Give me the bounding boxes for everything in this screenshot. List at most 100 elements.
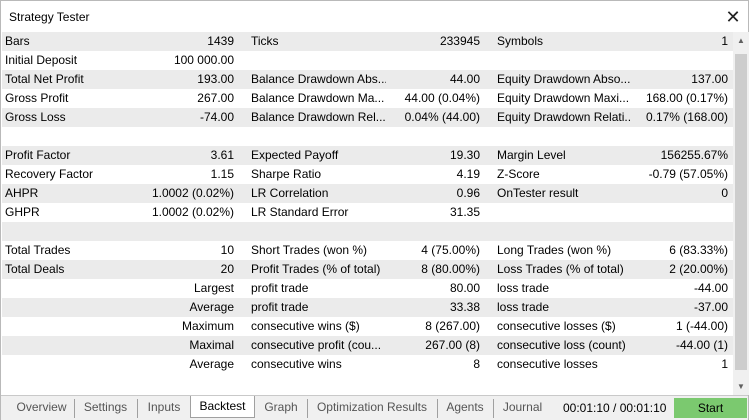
metric-value: 193.00 bbox=[197, 72, 234, 86]
tab-bar: Overview Settings Inputs Backtest Graph … bbox=[1, 395, 748, 420]
metric-label bbox=[497, 51, 632, 70]
tab-inputs[interactable]: Inputs bbox=[137, 399, 190, 418]
metric-value: Average bbox=[189, 357, 234, 371]
metric-value: 233945 bbox=[439, 34, 480, 48]
scroll-up-icon[interactable]: ▲ bbox=[733, 32, 749, 49]
table-row: Gross Loss -74.00 Balance Drawdown Rel... 0… bbox=[2, 108, 733, 127]
metric-label: Ticks bbox=[251, 34, 279, 48]
scroll-thumb[interactable] bbox=[735, 54, 747, 370]
table-row: Initial Deposit 100 000.00 bbox=[2, 51, 733, 70]
table-row: Profit Factor 3.61 Expected Payoff 19.30 Mar… bbox=[2, 146, 733, 165]
metric-value bbox=[382, 127, 480, 146]
title-bar: Strategy Tester ✕ bbox=[1, 1, 748, 32]
metric-label: loss trade bbox=[497, 300, 550, 314]
metric-value: 8 (80.00%) bbox=[421, 262, 480, 276]
metric-value: -74.00 bbox=[199, 110, 234, 124]
metric-value: 20 bbox=[220, 262, 234, 276]
metric-label: Equity Drawdown Relati... bbox=[497, 110, 632, 124]
tab-optimization-results[interactable]: Optimization Results bbox=[307, 399, 436, 418]
metric-label: OnTester result bbox=[497, 186, 579, 200]
metric-label bbox=[251, 222, 386, 241]
table-row: Gross Profit 267.00 Balance Drawdown Ma...… bbox=[2, 89, 733, 108]
metric-value: 4 (75.00%) bbox=[421, 243, 480, 257]
window-title: Strategy Tester bbox=[9, 10, 90, 24]
metric-label bbox=[251, 51, 386, 70]
metric-value bbox=[622, 203, 728, 222]
metric-value: 44.00 bbox=[449, 72, 480, 86]
metric-label: Profit Trades (% of total) bbox=[251, 262, 381, 276]
metric-label: Balance Drawdown Rel... bbox=[251, 110, 386, 124]
metric-value bbox=[622, 127, 728, 146]
metric-label: Sharpe Ratio bbox=[251, 167, 322, 181]
metric-value: 6 (83.33%) bbox=[669, 243, 728, 257]
close-icon[interactable]: ✕ bbox=[721, 5, 745, 29]
metric-value: 0.17% (168.00) bbox=[645, 110, 728, 124]
empty-area bbox=[2, 375, 733, 395]
table-row: Total Net Profit 193.00 Balance Drawdown A… bbox=[2, 70, 733, 89]
table-row: Maximum consecutive wins ($) 8 (267.00) con… bbox=[2, 317, 733, 336]
metric-label: profit trade bbox=[251, 300, 309, 314]
metric-label: Equity Drawdown Abso... bbox=[497, 72, 631, 86]
elapsed-timer: 00:01:10 / 00:01:10 bbox=[563, 401, 667, 415]
metric-label: consecutive losses bbox=[497, 357, 598, 371]
metric-value: 3.61 bbox=[210, 148, 234, 162]
table-row: Largest profit trade 80.00 loss trade -44.00 bbox=[2, 279, 733, 298]
backtest-results-table: Bars 1439 Ticks 233945 Symbols 1 Initial Depos… bbox=[2, 32, 733, 374]
tab-journal[interactable]: Journal bbox=[493, 399, 551, 418]
metric-label: consecutive wins bbox=[251, 357, 342, 371]
metric-value bbox=[122, 127, 234, 146]
metric-value: 80.00 bbox=[449, 281, 480, 295]
metric-label: LR Correlation bbox=[251, 186, 329, 200]
table-row: AHPR 1.0002 (0.02%) LR Correlation 0.96 OnTe… bbox=[2, 184, 733, 203]
metric-value: 4.19 bbox=[456, 167, 480, 181]
metric-value bbox=[622, 222, 728, 241]
metric-label: Loss Trades (% of total) bbox=[497, 262, 624, 276]
vertical-scrollbar[interactable]: ▲ ▼ bbox=[733, 32, 749, 395]
tab-backtest[interactable]: Backtest bbox=[190, 396, 255, 418]
metric-value: 168.00 (0.17%) bbox=[645, 91, 728, 105]
metric-value: Maximum bbox=[181, 319, 234, 333]
metric-value: 10 bbox=[220, 243, 234, 257]
table-row: Total Deals 20 Profit Trades (% of total) 8… bbox=[2, 260, 733, 279]
tab-graph[interactable]: Graph bbox=[256, 399, 306, 418]
metric-label: Long Trades (won %) bbox=[497, 243, 612, 257]
metric-value: 1 (-44.00) bbox=[675, 319, 728, 333]
metric-label bbox=[497, 203, 632, 222]
metric-value: 31.35 bbox=[449, 205, 480, 219]
metric-label: Balance Drawdown Abs... bbox=[251, 72, 386, 86]
metric-label: Short Trades (won %) bbox=[251, 243, 368, 257]
metric-label: Z-Score bbox=[497, 167, 540, 181]
metric-value: 267.00 bbox=[197, 91, 234, 105]
metric-label: Expected Payoff bbox=[251, 148, 339, 162]
metric-value: Average bbox=[189, 300, 234, 314]
tab-agents[interactable]: Agents bbox=[437, 399, 492, 418]
start-button[interactable]: Start bbox=[674, 398, 747, 418]
metric-value: 8 (267.00) bbox=[425, 319, 480, 333]
tab-overview[interactable]: Overview bbox=[10, 399, 73, 418]
table-row: Total Trades 10 Short Trades (won %) 4 (75.… bbox=[2, 241, 733, 260]
metric-value: 1 bbox=[721, 34, 728, 48]
metric-label: consecutive losses ($) bbox=[497, 319, 616, 333]
metric-value: 267.00 (8) bbox=[425, 338, 480, 352]
scroll-down-icon[interactable]: ▼ bbox=[733, 378, 749, 395]
metric-label: consecutive loss (count) bbox=[497, 338, 626, 352]
metric-value: 0.04% (44.00) bbox=[404, 110, 480, 124]
table-row: Recovery Factor 1.15 Sharpe Ratio 4.19 Z-Sco… bbox=[2, 165, 733, 184]
metric-label bbox=[251, 127, 386, 146]
table-row: Average consecutive wins 8 consecutive loss… bbox=[2, 355, 733, 374]
metric-label: Equity Drawdown Maxi... bbox=[497, 91, 630, 105]
metric-value: 1.0002 (0.02%) bbox=[151, 186, 234, 200]
metric-value bbox=[122, 222, 234, 241]
metric-value bbox=[382, 222, 480, 241]
tab-settings[interactable]: Settings bbox=[74, 399, 136, 418]
table-row: Average profit trade 33.38 loss trade -37.00 bbox=[2, 298, 733, 317]
metric-label: consecutive wins ($) bbox=[251, 319, 360, 333]
table-row bbox=[2, 127, 733, 146]
metric-label bbox=[497, 222, 632, 241]
metric-label: consecutive profit (cou... bbox=[251, 338, 382, 352]
table-row: Bars 1439 Ticks 233945 Symbols 1 bbox=[2, 32, 733, 51]
metric-value: -0.79 (57.05%) bbox=[648, 167, 728, 181]
metric-label: profit trade bbox=[251, 281, 309, 295]
table-row: GHPR 1.0002 (0.02%) LR Standard Error 31.35 bbox=[2, 203, 733, 222]
metric-value bbox=[382, 51, 480, 70]
